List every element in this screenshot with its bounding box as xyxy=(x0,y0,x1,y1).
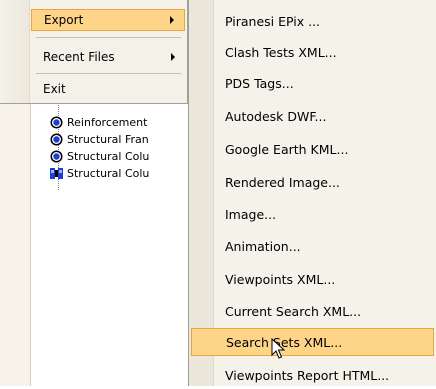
submenu-item-label: Autodesk DWF... xyxy=(225,108,327,124)
submenu-item-label: Clash Tests XML... xyxy=(225,44,337,60)
submenu-item-label: PDS Tags... xyxy=(225,75,294,91)
tree-item[interactable]: Reinforcement xyxy=(50,114,190,131)
submenu-item-label: Viewpoints Report HTML... xyxy=(225,367,390,383)
tree-item[interactable]: Structural Fran xyxy=(50,131,190,148)
tree-item-label: Structural Colu xyxy=(67,167,150,180)
submenu-item-clash-tests-xml[interactable]: Clash Tests XML... xyxy=(191,38,434,66)
tree-item-label: Reinforcement xyxy=(67,116,148,129)
submenu-item-label: Current Search XML... xyxy=(225,303,362,319)
export-submenu: Piranesi EPix ... Clash Tests XML... PDS… xyxy=(188,0,436,386)
file-menu: Export Recent Files Exit xyxy=(0,0,188,104)
menu-separator xyxy=(36,73,181,74)
submenu-arrow-icon xyxy=(170,16,174,24)
submenu-item-label: Animation... xyxy=(225,238,301,254)
selection-set-icon xyxy=(50,168,63,179)
tree-item[interactable]: Structural Colu xyxy=(50,165,190,182)
menu-item-exit[interactable]: Exit xyxy=(31,78,185,100)
submenu-arrow-icon xyxy=(171,53,175,61)
menu-separator xyxy=(36,37,181,38)
submenu-item-label: Piranesi EPix ... xyxy=(225,13,321,29)
submenu-item-pds-tags[interactable]: PDS Tags... xyxy=(191,69,434,97)
submenu-item-google-earth-kml[interactable]: Google Earth KML... xyxy=(191,135,434,163)
submenu-item-search-sets-xml[interactable]: Search Sets XML... xyxy=(191,328,434,356)
tree-item[interactable]: Structural Colu xyxy=(50,148,190,165)
submenu-item-autodesk-dwf[interactable]: Autodesk DWF... xyxy=(191,102,434,130)
submenu-item-image[interactable]: Image... xyxy=(191,200,434,228)
menu-icon-gutter xyxy=(0,0,30,103)
submenu-item-rendered-image[interactable]: Rendered Image... xyxy=(191,168,434,196)
submenu-item-viewpoints-report-html[interactable]: Viewpoints Report HTML... xyxy=(191,361,434,389)
menu-item-recent-files-label: Recent Files xyxy=(43,50,115,64)
submenu-item-piranesi-epix[interactable]: Piranesi EPix ... xyxy=(191,7,434,35)
submenu-item-current-search-xml[interactable]: Current Search XML... xyxy=(191,297,434,325)
tree-item-label: Structural Colu xyxy=(67,150,150,163)
submenu-item-animation[interactable]: Animation... xyxy=(191,232,434,260)
submenu-item-viewpoints-xml[interactable]: Viewpoints XML... xyxy=(191,265,434,293)
submenu-item-label: Viewpoints XML... xyxy=(225,271,336,287)
menu-item-exit-label: Exit xyxy=(43,82,66,96)
menu-item-export-label: Export xyxy=(44,13,84,27)
menu-item-export[interactable]: Export xyxy=(31,9,185,31)
search-set-icon xyxy=(50,150,63,163)
submenu-item-label: Image... xyxy=(225,206,277,222)
search-set-icon xyxy=(50,116,63,129)
menu-item-recent-files[interactable]: Recent Files xyxy=(31,46,185,68)
search-set-icon xyxy=(50,133,63,146)
submenu-item-label: Google Earth KML... xyxy=(225,141,349,157)
tree-item-label: Structural Fran xyxy=(67,133,149,146)
mouse-pointer-icon xyxy=(271,338,285,359)
submenu-item-label: Rendered Image... xyxy=(225,174,340,190)
